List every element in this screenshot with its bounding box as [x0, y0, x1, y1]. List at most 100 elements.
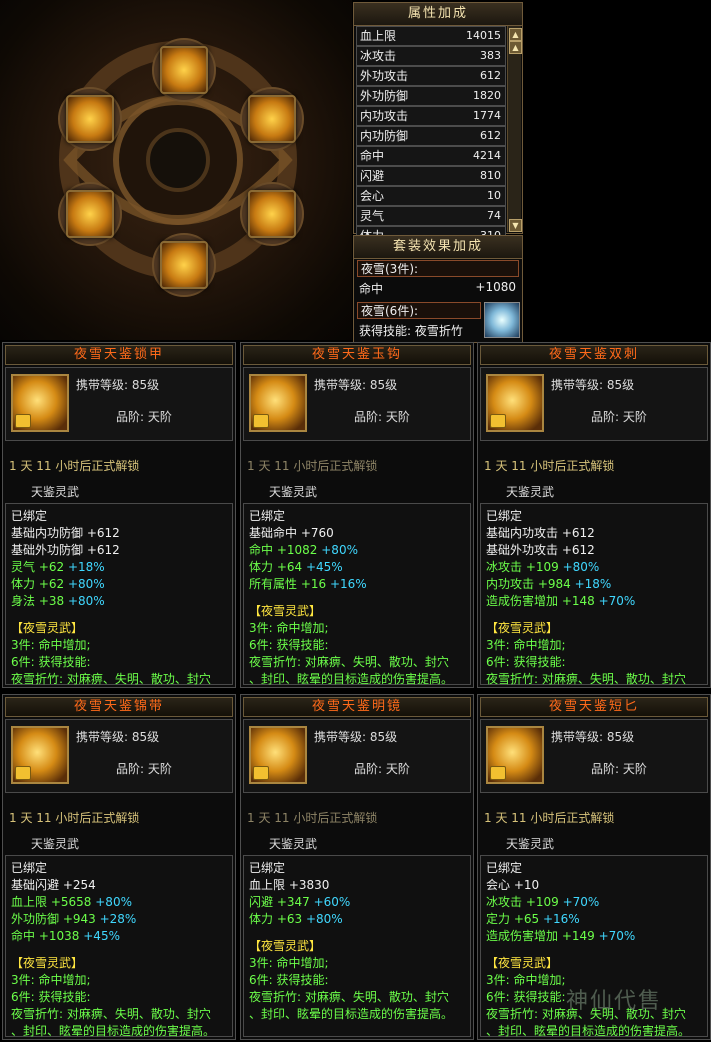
slot-dagger[interactable] [66, 190, 114, 238]
stat-line: 冰攻击 +109 +80% [486, 559, 707, 576]
skill-desc-1: 夜雪折竹: 对麻痹、失明、散功、封穴 [249, 990, 449, 1004]
dagger-icon[interactable] [486, 726, 544, 784]
set-name: 【夜雪灵武】 [249, 939, 322, 953]
slot-belt[interactable] [160, 241, 208, 289]
armor-icon[interactable] [11, 374, 69, 432]
set3-effect: 3件: 命中增加; [486, 638, 566, 652]
attribute-row: 外功防御 1820 [356, 86, 506, 106]
equipment-wheel [0, 0, 352, 340]
attribute-scrollbar[interactable]: ▲ ▲ ▼ [507, 26, 522, 232]
stat-bonus: +45% [83, 929, 120, 943]
stat-text: 体力 +62 [11, 577, 65, 591]
bound-status: 已绑定 [249, 509, 286, 523]
lock-icon [490, 414, 506, 428]
scroll-up-icon[interactable]: ▲ [509, 28, 522, 41]
unlock-timer: 1 天 11 小时后正式解锁 [247, 459, 378, 473]
item-info: 携带等级: 85级 品阶: 天阶 [243, 719, 471, 793]
item-card[interactable]: 夜雪天鉴明镜 携带等级: 85级 品阶: 天阶 1 天 11 小时后正式解锁 天鉴灵武已… [240, 694, 474, 1040]
item-grade: 品阶: 天阶 [591, 410, 647, 424]
stat-text: 基础闪避 +254 [11, 878, 96, 892]
slot-mirror[interactable] [66, 95, 114, 143]
item-name: 夜雪天鉴锁甲 [5, 345, 233, 365]
stat-bonus: +80% [67, 577, 105, 591]
set-name: 【夜雪灵武】 [11, 956, 84, 970]
item-card[interactable]: 夜雪天鉴双刺 携带等级: 85级 品阶: 天阶 1 天 11 小时后正式解锁 天鉴灵武已… [477, 342, 711, 688]
stat-text: 定力 +65 [486, 912, 540, 926]
stat-text: 外功防御 +943 [11, 912, 96, 926]
set6-effect: 6件: 获得技能: [486, 655, 566, 669]
item-grade: 品阶: 天阶 [354, 762, 410, 776]
double-blade-icon[interactable] [486, 374, 544, 432]
mirror-icon[interactable] [249, 726, 307, 784]
stat-line: 体力 +63 +80% [249, 911, 470, 928]
belt-icon[interactable] [11, 726, 69, 784]
stat-text: 基础外功攻击 +612 [486, 543, 595, 557]
item-grade: 品阶: 天阶 [591, 762, 647, 776]
slot-double-blade[interactable] [160, 46, 208, 94]
stat-line: 基础外功攻击 +612 [486, 542, 707, 559]
item-grade: 品阶: 天阶 [116, 410, 172, 424]
slot-armor[interactable] [248, 95, 296, 143]
attribute-value: 4214 [473, 149, 501, 162]
set6-effect: 6件: 获得技能: [249, 638, 329, 652]
stat-line: 命中 +1082 +80% [249, 542, 470, 559]
unlock-timer: 1 天 11 小时后正式解锁 [484, 459, 615, 473]
attribute-value: 612 [480, 129, 501, 142]
attribute-name: 会心 [360, 189, 385, 203]
stat-line: 基础内功攻击 +612 [486, 525, 707, 542]
bound-status: 已绑定 [486, 509, 523, 523]
set6-label: 夜雪(6件): [357, 302, 481, 319]
watermark-logo: 神仙代售 [566, 989, 663, 1014]
item-card[interactable]: 夜雪天鉴锦带 携带等级: 85级 品阶: 天阶 1 天 11 小时后正式解锁 天鉴灵武已… [2, 694, 236, 1040]
stat-line: 灵气 +62 +18% [11, 559, 232, 576]
bound-status: 已绑定 [11, 509, 48, 523]
stat-text: 灵气 +62 [11, 560, 65, 574]
item-card[interactable]: 夜雪天鉴锁甲 携带等级: 85级 品阶: 天阶 1 天 11 小时后正式解锁 天鉴灵武已… [2, 342, 236, 688]
lock-icon [253, 766, 269, 780]
set3-effect: 3件: 命中增加; [11, 973, 91, 987]
stat-line: 血上限 +3830 [249, 877, 470, 894]
item-subname: 天鉴灵武 [269, 837, 318, 851]
stat-bonus: +18% [67, 560, 105, 574]
item-stats: 已绑定 基础闪避 +254 血上限 +5658 +80% 外功防御 +943 +28… [5, 855, 233, 1038]
stat-line: 定力 +65 +16% [486, 911, 707, 928]
set3-stat-value: +1080 [475, 280, 516, 294]
attribute-name: 外功防御 [360, 89, 409, 103]
set3-stat-name: 命中 [359, 282, 384, 296]
stat-text: 冰攻击 +109 [486, 895, 559, 909]
attribute-name: 外功攻击 [360, 69, 409, 83]
stat-text: 体力 +63 [249, 912, 303, 926]
scroll-down-icon[interactable]: ▼ [509, 219, 522, 232]
stat-text: 造成伤害增加 +148 [486, 594, 595, 608]
scroll-up-fast-icon[interactable]: ▲ [509, 41, 522, 54]
stat-line: 所有属性 +16 +16% [249, 576, 470, 593]
stat-text: 所有属性 +16 [249, 577, 327, 591]
set6-effect: 6件: 获得技能: [11, 990, 91, 1004]
stat-line: 体力 +62 +80% [11, 576, 232, 593]
lock-icon [253, 414, 269, 428]
item-subname: 天鉴灵武 [31, 485, 80, 499]
attribute-value: 14015 [466, 29, 501, 42]
set3-label: 夜雪(3件): [357, 260, 519, 277]
set3-effect: 3件: 命中增加; [249, 621, 329, 635]
set6-skill: 获得技能: 夜雪折竹 [359, 324, 463, 338]
stat-line: 造成伤害增加 +149 +70% [486, 928, 707, 945]
set3-effect: 3件: 命中增加; [11, 638, 91, 652]
attribute-value: 10 [487, 189, 501, 202]
level-requirement: 携带等级: 85级 [551, 730, 635, 744]
stat-bonus: +45% [305, 560, 343, 574]
stat-text: 身法 +38 [11, 594, 65, 608]
item-name: 夜雪天鉴短匕 [480, 697, 708, 717]
bound-status: 已绑定 [11, 861, 48, 875]
skill-desc-2: 、封印、眩晕的目标造成的伤害提高。 [11, 1024, 216, 1038]
slot-hook[interactable] [248, 190, 296, 238]
item-grade: 品阶: 天阶 [116, 762, 172, 776]
unlock-timer: 1 天 11 小时后正式解锁 [247, 811, 378, 825]
item-card[interactable]: 夜雪天鉴玉钩 携带等级: 85级 品阶: 天阶 1 天 11 小时后正式解锁 天鉴灵武已… [240, 342, 474, 688]
set3-effect: 3件: 命中增加; [249, 956, 329, 970]
attribute-row: 内功防御 612 [356, 126, 506, 146]
skill-desc-2: 、封印、眩晕的目标造成的伤害提高。 [486, 1024, 691, 1038]
skill-snow-icon[interactable] [484, 302, 520, 338]
bound-status: 已绑定 [249, 861, 286, 875]
hook-icon[interactable] [249, 374, 307, 432]
